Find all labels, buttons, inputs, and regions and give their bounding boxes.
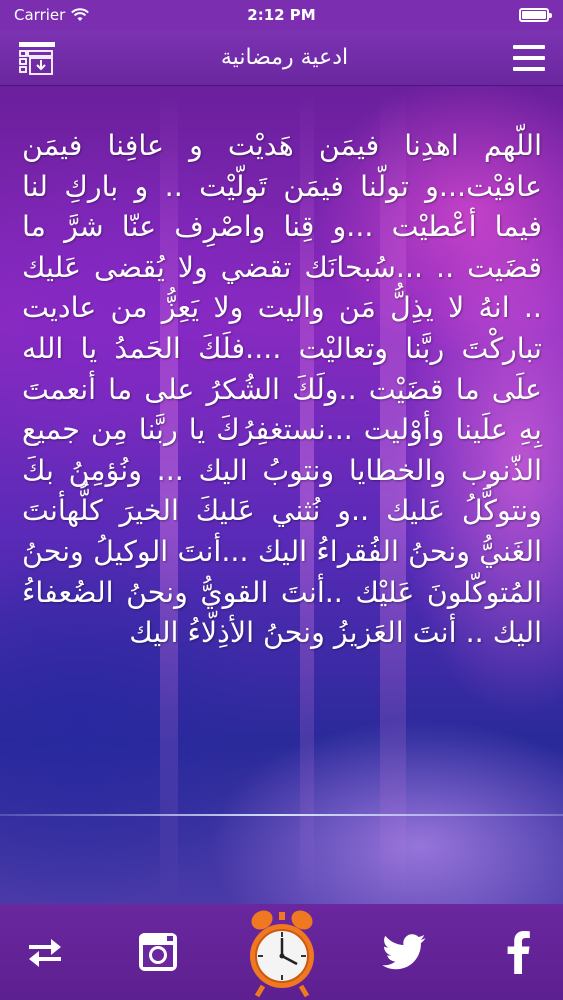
- hamburger-menu-icon[interactable]: [513, 44, 545, 71]
- refresh-arrows-icon: [29, 939, 61, 967]
- alarm-button[interactable]: [247, 904, 317, 1000]
- facebook-button[interactable]: [493, 927, 543, 977]
- page-title: ادعية رمضانية: [220, 45, 349, 70]
- twitter-button[interactable]: [380, 927, 430, 977]
- alarm-clock-icon: [249, 910, 314, 998]
- battery-icon: [519, 8, 552, 22]
- navigation-bar: ادعية رمضانية: [0, 30, 563, 86]
- status-carrier-group: Carrier: [14, 6, 90, 24]
- carrier-label: Carrier: [14, 6, 66, 24]
- refresh-button[interactable]: [20, 927, 70, 977]
- facebook-icon: [507, 931, 530, 974]
- list-download-icon[interactable]: [18, 41, 56, 75]
- dua-content-area[interactable]: اللّهم اهدِنا فيمَن هَديْت و عافِنا فيمَ…: [0, 86, 563, 904]
- bottom-toolbar: [0, 904, 563, 1000]
- dua-text: اللّهم اهدِنا فيمَن هَديْت و عافِنا فيمَ…: [22, 129, 542, 650]
- status-bar: Carrier 2:12 PM: [0, 0, 563, 30]
- twitter-icon: [382, 934, 426, 970]
- wifi-icon: [71, 8, 90, 21]
- background-glow-line: [0, 814, 563, 816]
- instagram-icon: [139, 933, 178, 971]
- instagram-button[interactable]: [133, 927, 183, 977]
